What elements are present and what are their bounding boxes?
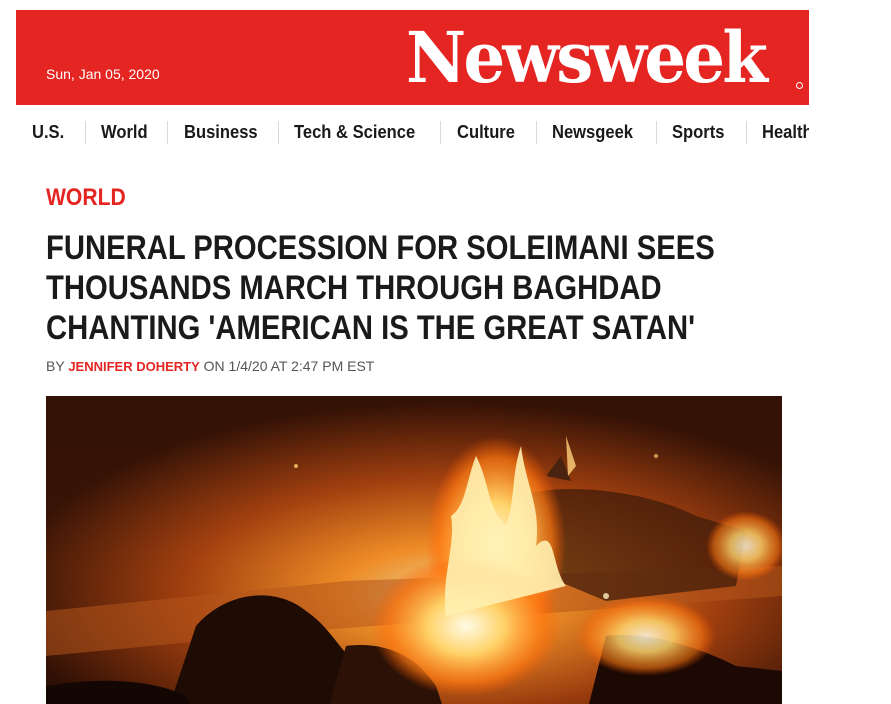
hero-image[interactable] bbox=[46, 396, 782, 704]
nav-divider bbox=[85, 121, 86, 144]
nav-item-world[interactable]: World bbox=[101, 105, 148, 160]
registered-mark-icon bbox=[796, 82, 803, 89]
nav-divider bbox=[536, 121, 537, 144]
page-gutter bbox=[809, 0, 891, 704]
byline-date: ON 1/4/20 AT 2:47 PM EST bbox=[199, 358, 375, 374]
nav-divider bbox=[167, 121, 168, 144]
nav-item-sports[interactable]: Sports bbox=[672, 105, 724, 160]
nav-divider bbox=[656, 121, 657, 144]
main-nav: U.S. World Business Tech & Science Cultu… bbox=[16, 105, 809, 161]
nav-divider bbox=[440, 121, 441, 144]
masthead: Sun, Jan 05, 2020 Newsweek bbox=[16, 10, 809, 105]
article-headline: FUNERAL PROCESSION FOR SOLEIMANI SEES TH… bbox=[46, 229, 715, 347]
nav-item-us[interactable]: U.S. bbox=[32, 105, 64, 160]
author-link[interactable]: JENNIFER DOHERTY bbox=[68, 359, 199, 374]
section-label[interactable]: WORLD bbox=[46, 184, 126, 212]
nav-item-business[interactable]: Business bbox=[184, 105, 258, 160]
header-date: Sun, Jan 05, 2020 bbox=[46, 66, 160, 82]
nav-item-tech-science[interactable]: Tech & Science bbox=[294, 105, 415, 160]
byline-prefix: BY bbox=[46, 358, 69, 374]
nav-item-newsgeek[interactable]: Newsgeek bbox=[552, 105, 633, 160]
byline: BY JENNIFER DOHERTY ON 1/4/20 AT 2:47 PM… bbox=[46, 357, 374, 376]
page: Sun, Jan 05, 2020 Newsweek U.S. World Bu… bbox=[0, 0, 891, 704]
newsweek-logo[interactable]: Newsweek bbox=[406, 18, 768, 98]
nav-item-health[interactable]: Health bbox=[762, 105, 809, 160]
nav-divider bbox=[278, 121, 279, 144]
nav-item-culture[interactable]: Culture bbox=[457, 105, 515, 160]
burning-vehicle-photo bbox=[46, 396, 782, 704]
article: WORLD FUNERAL PROCESSION FOR SOLEIMANI S… bbox=[16, 160, 809, 704]
nav-divider bbox=[746, 121, 747, 144]
